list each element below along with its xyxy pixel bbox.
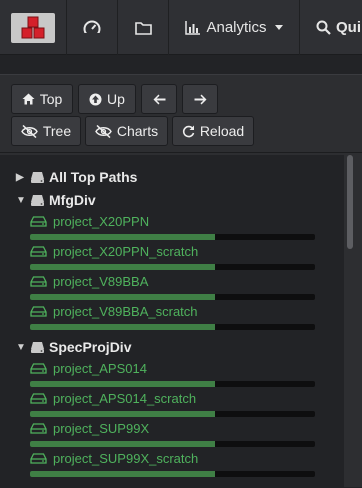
list-item[interactable]: project_SUP99X_scratch: [30, 449, 316, 479]
item-label-row: project_X20PPN_scratch: [30, 242, 198, 260]
usage-bar: [30, 324, 315, 330]
group-node-mfgdiv[interactable]: ▼ MfgDiv: [16, 190, 96, 210]
arrow-left-icon: [153, 94, 165, 104]
hard-drive-icon: [30, 305, 47, 317]
hard-drive-icon: [30, 275, 47, 287]
home-icon: [22, 93, 35, 105]
server-icon: [31, 171, 44, 183]
collapse-triangle-icon: ▼: [16, 194, 26, 206]
item-label-row: project_V89BBA: [30, 272, 148, 290]
hard-drive-icon: [30, 422, 47, 434]
charts-toggle-button[interactable]: Charts: [85, 116, 168, 146]
analytics-label: Analytics: [206, 19, 267, 36]
cubes-logo-icon: [21, 16, 45, 38]
list-item[interactable]: project_X20PPN: [30, 212, 316, 242]
hard-drive-icon: [30, 392, 47, 404]
usage-bar-fill: [30, 234, 216, 240]
server-icon: [31, 341, 44, 353]
hard-drive-icon: [30, 452, 47, 464]
hard-drive-icon: [30, 215, 47, 227]
analytics-dropdown[interactable]: Analytics: [169, 0, 300, 55]
hard-drive-icon: [30, 245, 47, 257]
tree-button-label: Tree: [42, 123, 72, 139]
list-item[interactable]: project_V89BBA_scratch: [30, 302, 316, 332]
usage-bar-fill: [30, 381, 216, 387]
list-item[interactable]: project_APS014_scratch: [30, 389, 316, 419]
up-button[interactable]: Up: [78, 84, 136, 114]
folder-icon: [134, 21, 152, 35]
list-item[interactable]: project_X20PPN_scratch: [30, 242, 316, 272]
item-label-row: project_X20PPN: [30, 212, 149, 230]
item-label: project_SUP99X: [53, 420, 150, 436]
path-tree: ▶ All Top Paths ▼ MfgDiv project_X20PPN: [0, 155, 344, 488]
up-button-label: Up: [107, 91, 125, 107]
item-label-row: project_APS014: [30, 359, 147, 377]
list-item[interactable]: project_SUP99X: [30, 419, 316, 449]
arrow-up-circle-icon: [89, 93, 102, 105]
scrollbar-thumb[interactable]: [347, 155, 353, 249]
group-node-specprojdiv[interactable]: ▼ SpecProjDiv: [16, 337, 131, 357]
reload-button-label: Reload: [199, 123, 245, 139]
eye-slash-icon: [21, 124, 38, 138]
usage-bar-fill: [30, 411, 216, 417]
chevron-down-icon: [274, 25, 283, 30]
top-button-label: Top: [39, 91, 63, 107]
group-label: MfgDiv: [49, 192, 96, 208]
item-label: project_SUP99X_scratch: [53, 450, 199, 466]
usage-bar: [30, 381, 315, 387]
usage-bar: [30, 411, 315, 417]
list-item[interactable]: project_V89BBA: [30, 272, 316, 302]
back-button[interactable]: [141, 84, 177, 114]
item-label: project_V89BBA: [53, 273, 149, 289]
item-label: project_X20PPN: [53, 213, 150, 229]
item-label-row: project_SUP99X: [30, 419, 149, 437]
bar-chart-icon: [185, 20, 201, 35]
logo-link[interactable]: [0, 0, 67, 55]
group-label: SpecProjDiv: [49, 339, 132, 355]
usage-bar: [30, 264, 315, 270]
item-label-row: project_V89BBA_scratch: [30, 302, 198, 320]
usage-bar-fill: [30, 294, 216, 300]
refresh-icon: [182, 125, 195, 137]
usage-bar: [30, 441, 315, 447]
search-icon: [316, 20, 331, 35]
quick-search-button[interactable]: Qui: [300, 0, 362, 55]
panel-toolbar: Top Up Tree Charts Reload: [0, 75, 362, 153]
item-label: project_V89BBA_scratch: [53, 303, 198, 319]
logo: [11, 12, 55, 43]
tree-scrollbar[interactable]: [346, 155, 354, 488]
list-item[interactable]: project_APS014: [30, 359, 316, 389]
arrow-right-icon: [194, 94, 206, 104]
search-label: Qui: [336, 19, 361, 36]
item-label-row: project_APS014_scratch: [30, 389, 196, 407]
dashboard-nav-button[interactable]: [67, 0, 118, 55]
dashboard-gauge-icon: [83, 20, 101, 36]
paths-panel: Top Up Tree Charts Reload ▶ All Top Path…: [0, 74, 362, 488]
item-label-row: project_SUP99X_scratch: [30, 449, 198, 467]
all-top-paths-node[interactable]: ▶ All Top Paths: [16, 167, 137, 187]
hard-drive-icon: [30, 362, 47, 374]
item-label: project_APS014_scratch: [53, 390, 197, 406]
top-navbar: Analytics Qui: [0, 0, 362, 55]
usage-bar-fill: [30, 441, 216, 447]
reload-button[interactable]: Reload: [172, 116, 254, 146]
collapse-triangle-icon: ▼: [16, 341, 26, 353]
usage-bar: [30, 294, 315, 300]
server-icon: [31, 194, 44, 206]
item-label: project_X20PPN_scratch: [53, 243, 199, 259]
usage-bar: [30, 234, 315, 240]
eye-slash-icon: [95, 124, 112, 138]
usage-bar-fill: [30, 264, 216, 270]
files-nav-button[interactable]: [118, 0, 169, 55]
usage-bar: [30, 471, 315, 477]
item-label: project_APS014: [53, 360, 147, 376]
tree-toggle-button[interactable]: Tree: [11, 116, 81, 146]
charts-button-label: Charts: [116, 123, 159, 139]
top-button[interactable]: Top: [11, 84, 73, 114]
expand-triangle-icon: ▶: [16, 171, 24, 183]
all-top-paths-label: All Top Paths: [49, 169, 138, 185]
forward-button[interactable]: [182, 84, 218, 114]
usage-bar-fill: [30, 471, 216, 477]
usage-bar-fill: [30, 324, 216, 330]
